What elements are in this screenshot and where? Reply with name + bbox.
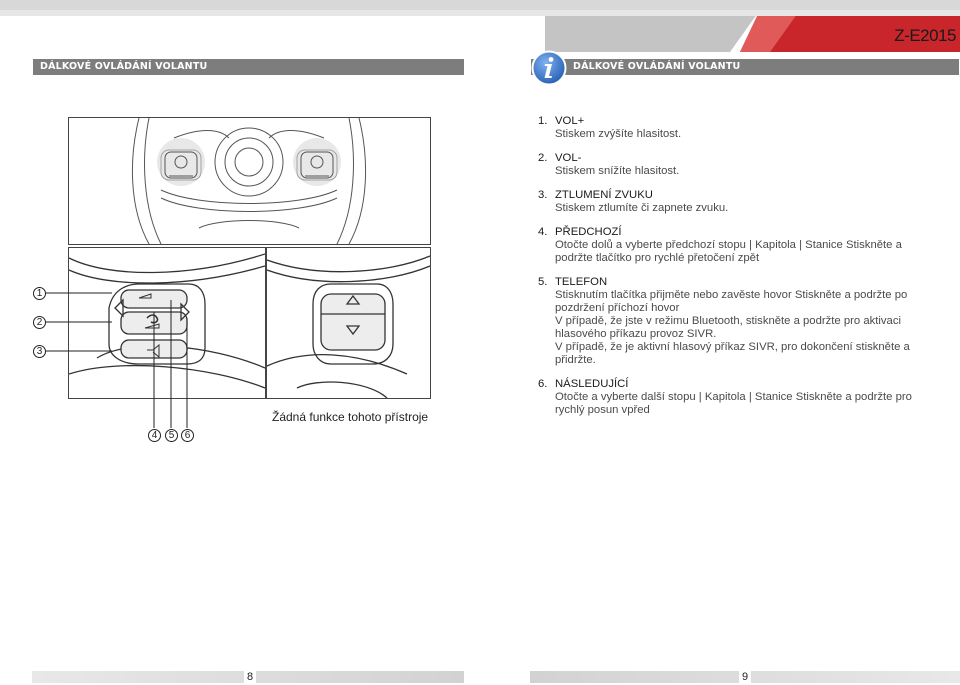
item-title: VOL- [555,152,582,164]
list-item: 6. NÁSLEDUJÍCÍ Otočte a vyberte další stop… [538,378,938,417]
model-label: Z-E2015 [894,26,956,45]
list-item: 2. VOL- Stiskem snížíte hlasitost. [538,152,938,178]
callout-5: 5 [165,429,178,442]
callout-6: 6 [181,429,194,442]
callout-3: 3 [33,345,46,358]
item-title: ZTLUMENÍ ZVUKU [555,189,653,201]
item-line: Otočte dolů a vyberte předchozí stopu | … [555,239,902,264]
item-number: 3. [538,189,548,201]
list-item: 1. VOL+ Stiskem zvýšíte hlasitost. [538,115,938,141]
no-function-caption: Žádná funkce tohoto přístroje [272,410,429,424]
item-line: Stiskem ztlumíte či zapnete zvuku. [555,202,729,214]
item-title: PŘEDCHOZÍ [555,226,622,238]
item-description: Stiskem zvýšíte hlasitost. [555,128,938,141]
item-body: VOL+ Stiskem zvýšíte hlasitost. [555,115,938,141]
list-item: 4. PŘEDCHOZÍ Otočte dolů a vyberte předcho… [538,226,938,265]
item-description: Otočte a vyberte další stopu | Kapitola … [555,391,938,417]
item-body: PŘEDCHOZÍ Otočte dolů a vyberte předchozí… [555,226,938,265]
list-item: 3. ZTLUMENÍ ZVUKU Stiskem ztlumíte či zapn… [538,189,938,215]
page-number-right: 9 [739,671,752,683]
item-number: 2. [538,152,548,164]
item-body: NÁSLEDUJÍCÍ Otočte a vyberte další stopu … [555,378,938,417]
function-list: 1. VOL+ Stiskem zvýšíte hlasitost. 2. VOL- St… [538,115,938,428]
item-description: Stisknutím tlačítka přijměte nebo zavěst… [555,289,938,367]
item-title: TELEFON [555,276,608,288]
item-body: ZTLUMENÍ ZVUKU Stiskem ztlumíte či zapnet… [555,189,938,215]
item-title: NÁSLEDUJÍCÍ [555,378,629,390]
callout-4: 4 [148,429,161,442]
item-line: Stiskem zvýšíte hlasitost. [555,128,682,140]
item-number: 4. [538,226,548,238]
item-line: V případě, že je aktivní hlasový příkaz … [555,341,910,366]
item-title: VOL+ [555,115,585,127]
right-controls-drawing [267,255,430,398]
callout-1: 1 [33,287,46,300]
right-controls-closeup [266,247,431,399]
callout-2: 2 [33,316,46,329]
item-description: Otočte dolů a vyberte předchozí stopu | … [555,239,938,265]
item-description: Stiskem ztlumíte či zapnete zvuku. [555,202,938,215]
left-controls-drawing [69,253,265,389]
section-title-left: DÁLKOVÉ OVLÁDÁNÍ VOLANTU [33,59,464,75]
item-line: Stisknutím tlačítka přijměte nebo zavěst… [555,289,908,314]
item-body: TELEFON Stisknutím tlačítka přijměte nebo… [555,276,938,367]
left-controls-closeup [68,247,266,399]
item-number: 5. [538,276,548,288]
item-number: 6. [538,378,548,390]
header-band [0,0,960,58]
item-number: 1. [538,115,548,127]
steering-wheel-drawing [131,118,367,244]
steering-wheel-overview [68,117,431,245]
page-number-left: 8 [244,671,257,683]
item-line: Otočte a vyberte další stopu | Kapitola … [555,391,912,416]
info-icon [531,50,567,86]
list-item: 5. TELEFON Stisknutím tlačítka přijměte ne… [538,276,938,367]
item-description: Stiskem snížíte hlasitost. [555,165,938,178]
item-line: Stiskem snížíte hlasitost. [555,165,680,177]
section-title-right: DÁLKOVÉ OVLÁDÁNÍ VOLANTU [531,59,959,75]
item-line: V případě, že jste v režimu Bluetooth, s… [555,315,901,340]
item-body: VOL- Stiskem snížíte hlasitost. [555,152,938,178]
